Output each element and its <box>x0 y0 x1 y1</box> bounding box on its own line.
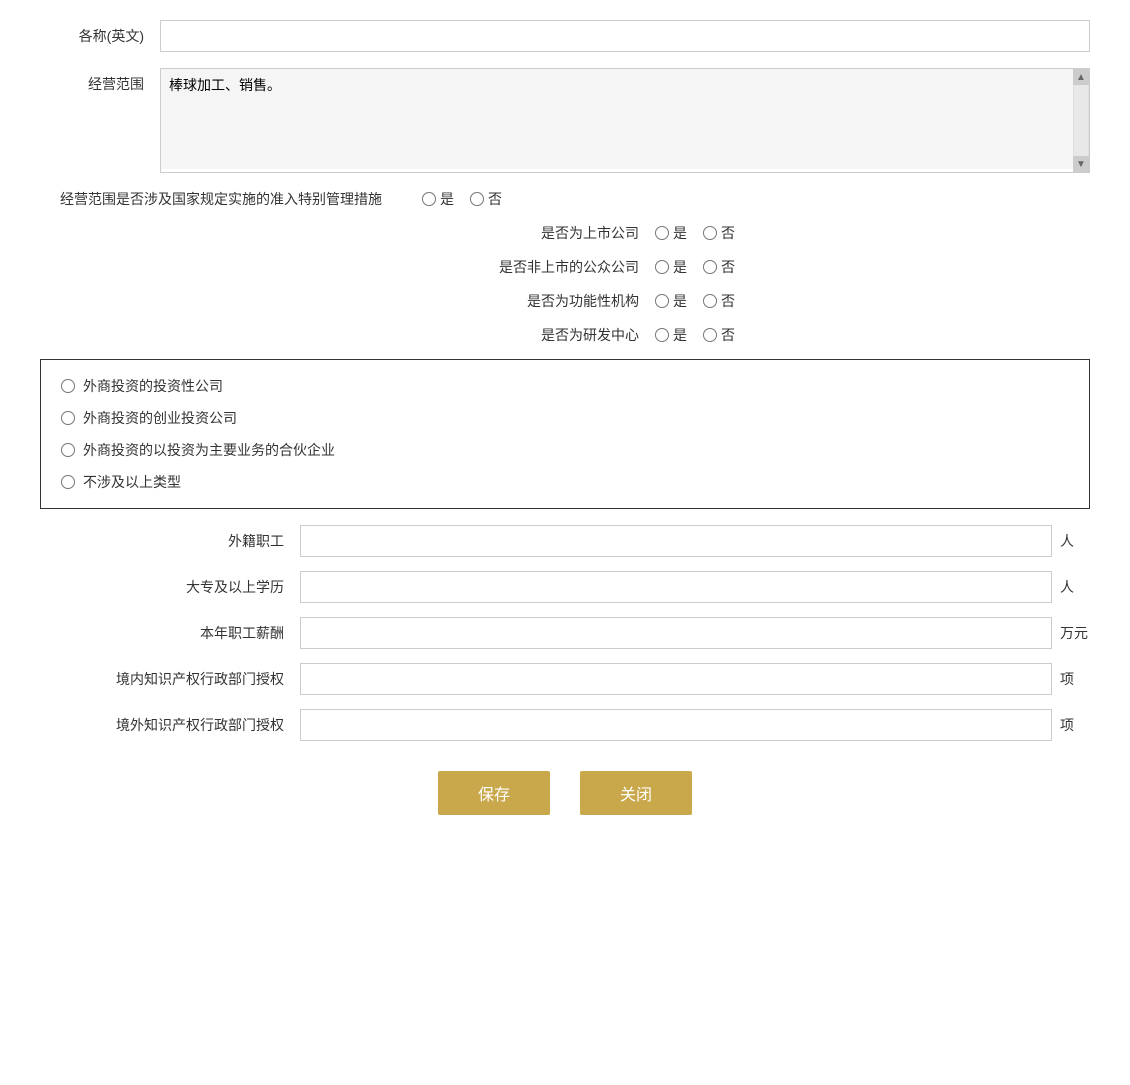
button-row: 保存 关闭 <box>40 771 1090 815</box>
special-mgmt-yes-label: 是 <box>440 189 454 209</box>
investment-option-2[interactable]: 外商投资的以投资为主要业务的合伙企业 <box>61 440 1069 460</box>
annual-salary-input[interactable] <box>300 617 1052 649</box>
special-mgmt-yes-option[interactable]: 是 <box>422 189 454 209</box>
investment-label-1: 外商投资的创业投资公司 <box>83 408 237 428</box>
investment-radio-3[interactable] <box>61 475 75 489</box>
rd-no-label: 否 <box>721 325 735 345</box>
listed-yes-option[interactable]: 是 <box>655 223 687 243</box>
non-listed-no-radio[interactable] <box>703 260 717 274</box>
foreign-ip-input[interactable] <box>300 709 1052 741</box>
foreign-workers-unit: 人 <box>1060 531 1090 551</box>
annual-salary-label: 本年职工薪酬 <box>40 623 300 643</box>
scrollbar: ▲ ▼ <box>1073 69 1089 172</box>
rd-no-radio[interactable] <box>703 328 717 342</box>
functional-org-label: 是否为功能性机构 <box>395 291 655 311</box>
listed-no-label: 否 <box>721 223 735 243</box>
foreign-ip-unit: 项 <box>1060 715 1090 735</box>
foreign-ip-label: 境外知识产权行政部门授权 <box>40 715 300 735</box>
foreign-workers-label: 外籍职工 <box>40 531 300 551</box>
non-listed-public-label: 是否非上市的公众公司 <box>395 257 655 277</box>
investment-label-3: 不涉及以上类型 <box>83 472 181 492</box>
special-mgmt-label: 经营范围是否涉及国家规定实施的准入特别管理措施 <box>60 189 382 209</box>
functional-yes-option[interactable]: 是 <box>655 291 687 311</box>
business-scope-label: 经营范围 <box>40 68 160 94</box>
listed-no-radio[interactable] <box>703 226 717 240</box>
investment-label-2: 外商投资的以投资为主要业务的合伙企业 <box>83 440 335 460</box>
listed-yes-label: 是 <box>673 223 687 243</box>
business-scope-textarea[interactable]: 棒球加工、销售。 <box>161 69 1089 169</box>
investment-radio-2[interactable] <box>61 443 75 457</box>
rd-center-row: 是否为研发中心 是 否 <box>40 325 1090 345</box>
rd-yes-option[interactable]: 是 <box>655 325 687 345</box>
rd-no-option[interactable]: 否 <box>703 325 735 345</box>
form-container: 各称(英文) 经营范围 棒球加工、销售。 ▲ ▼ 经营范围是否涉及国家规定实施的… <box>40 20 1090 815</box>
special-mgmt-row: 经营范围是否涉及国家规定实施的准入特别管理措施 是 否 <box>40 189 1090 209</box>
foreign-workers-row: 外籍职工 人 <box>40 525 1090 557</box>
listed-company-label: 是否为上市公司 <box>395 223 655 243</box>
domestic-ip-row: 境内知识产权行政部门授权 项 <box>40 663 1090 695</box>
non-listed-no-label: 否 <box>721 257 735 277</box>
domestic-ip-unit: 项 <box>1060 669 1090 689</box>
rd-yes-radio[interactable] <box>655 328 669 342</box>
investment-label-0: 外商投资的投资性公司 <box>83 376 223 396</box>
functional-org-row: 是否为功能性机构 是 否 <box>40 291 1090 311</box>
non-listed-no-option[interactable]: 否 <box>703 257 735 277</box>
investment-radio-0[interactable] <box>61 379 75 393</box>
business-scope-row: 经营范围 棒球加工、销售。 ▲ ▼ <box>40 68 1090 173</box>
functional-org-radio-group: 是 否 <box>655 291 735 311</box>
listed-company-radio-group: 是 否 <box>655 223 735 243</box>
rd-center-radio-group: 是 否 <box>655 325 735 345</box>
name-en-label: 各称(英文) <box>40 26 160 46</box>
domestic-ip-input[interactable] <box>300 663 1052 695</box>
non-listed-public-row: 是否非上市的公众公司 是 否 <box>40 257 1090 277</box>
rd-center-label: 是否为研发中心 <box>395 325 655 345</box>
investment-radio-1[interactable] <box>61 411 75 425</box>
annual-salary-unit: 万元 <box>1060 623 1090 643</box>
save-button[interactable]: 保存 <box>438 771 550 815</box>
scroll-track <box>1074 85 1088 156</box>
name-en-row: 各称(英文) <box>40 20 1090 52</box>
investment-option-3[interactable]: 不涉及以上类型 <box>61 472 1069 492</box>
special-mgmt-no-option[interactable]: 否 <box>470 189 502 209</box>
rd-yes-label: 是 <box>673 325 687 345</box>
special-mgmt-no-radio[interactable] <box>470 192 484 206</box>
non-listed-yes-option[interactable]: 是 <box>655 257 687 277</box>
college-degree-input[interactable] <box>300 571 1052 603</box>
scroll-up-btn[interactable]: ▲ <box>1073 69 1089 85</box>
investment-option-0[interactable]: 外商投资的投资性公司 <box>61 376 1069 396</box>
foreign-ip-row: 境外知识产权行政部门授权 项 <box>40 709 1090 741</box>
college-degree-unit: 人 <box>1060 577 1090 597</box>
college-degree-label: 大专及以上学历 <box>40 577 300 597</box>
foreign-workers-input[interactable] <box>300 525 1052 557</box>
special-mgmt-no-label: 否 <box>488 189 502 209</box>
functional-no-option[interactable]: 否 <box>703 291 735 311</box>
non-listed-public-radio-group: 是 否 <box>655 257 735 277</box>
listed-company-row: 是否为上市公司 是 否 <box>40 223 1090 243</box>
functional-yes-radio[interactable] <box>655 294 669 308</box>
listed-yes-radio[interactable] <box>655 226 669 240</box>
scroll-down-btn[interactable]: ▼ <box>1073 156 1089 172</box>
non-listed-yes-radio[interactable] <box>655 260 669 274</box>
investment-type-box: 外商投资的投资性公司 外商投资的创业投资公司 外商投资的以投资为主要业务的合伙企… <box>40 359 1090 509</box>
special-mgmt-yes-radio[interactable] <box>422 192 436 206</box>
functional-no-label: 否 <box>721 291 735 311</box>
functional-no-radio[interactable] <box>703 294 717 308</box>
name-en-input[interactable] <box>160 20 1090 52</box>
special-mgmt-radio-group: 是 否 <box>422 189 502 209</box>
annual-salary-row: 本年职工薪酬 万元 <box>40 617 1090 649</box>
close-button[interactable]: 关闭 <box>580 771 692 815</box>
functional-yes-label: 是 <box>673 291 687 311</box>
investment-option-1[interactable]: 外商投资的创业投资公司 <box>61 408 1069 428</box>
college-degree-row: 大专及以上学历 人 <box>40 571 1090 603</box>
non-listed-yes-label: 是 <box>673 257 687 277</box>
domestic-ip-label: 境内知识产权行政部门授权 <box>40 669 300 689</box>
listed-no-option[interactable]: 否 <box>703 223 735 243</box>
business-scope-wrapper: 棒球加工、销售。 ▲ ▼ <box>160 68 1090 173</box>
